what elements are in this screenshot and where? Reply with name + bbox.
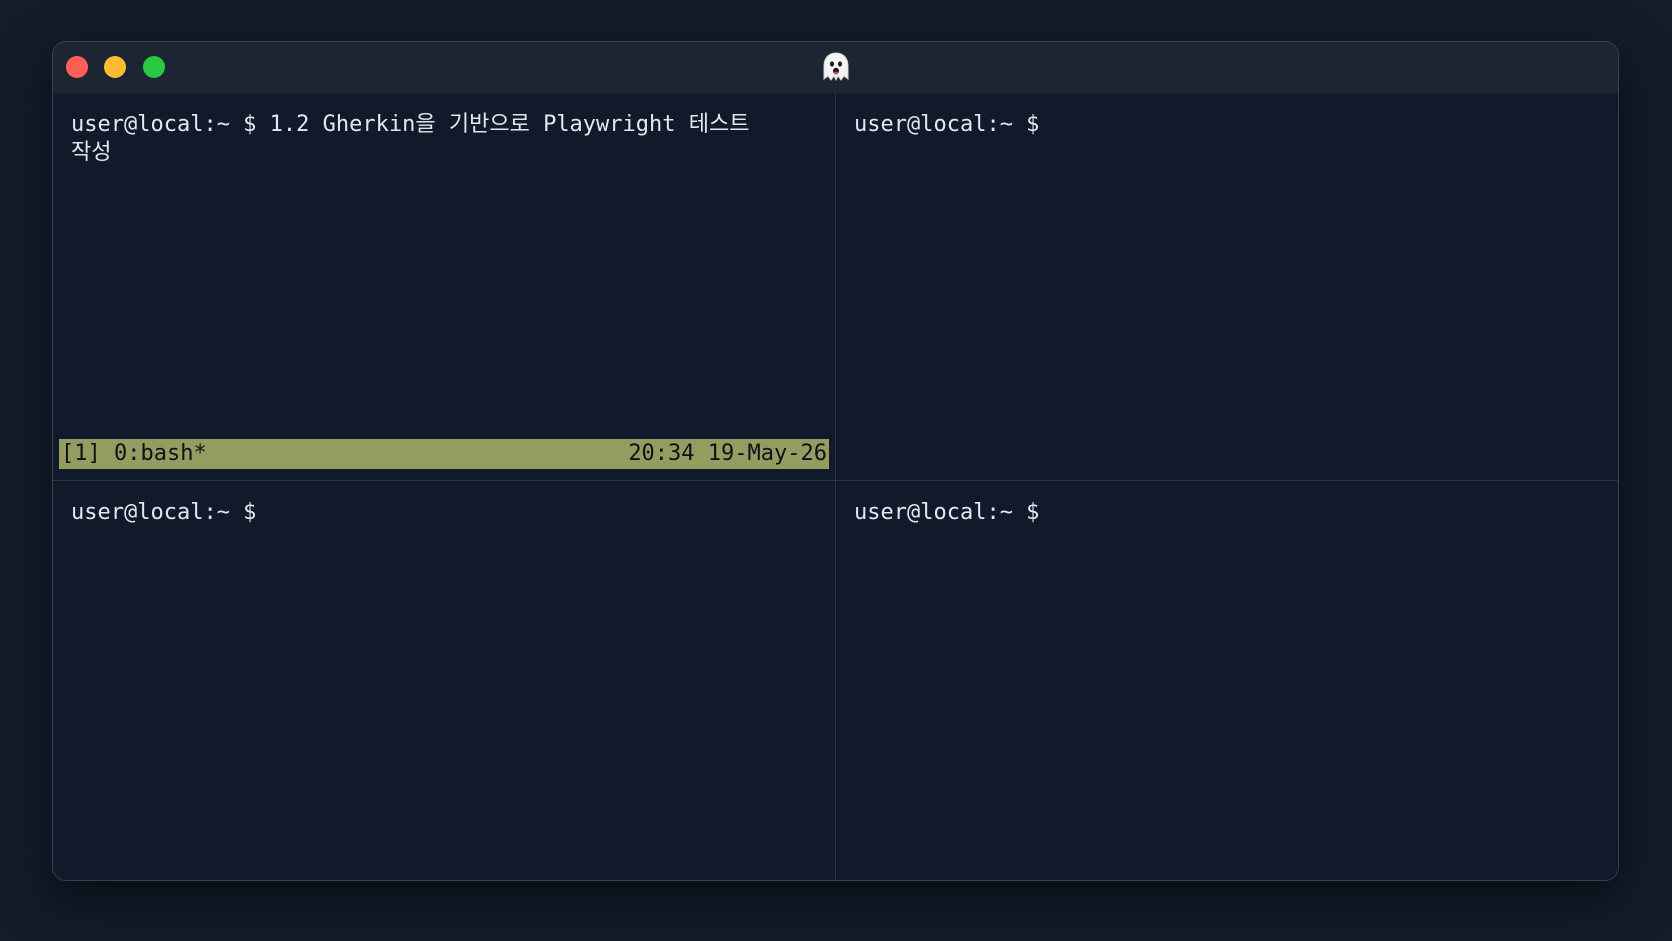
shell-prompt: user@local:~ $ [854,112,1040,137]
minimize-button[interactable] [104,56,126,78]
pane-divider-horizontal[interactable] [53,480,1618,481]
shell-prompt: user@local:~ $ [71,112,257,137]
title-bar[interactable] [53,42,1618,94]
status-window-list[interactable]: [1] 0:bash* [61,439,207,469]
pane-top-right[interactable]: user@local:~ $ [836,93,1618,480]
tmux-status-bar: [1] 0:bash* 20:34 19-May-26 [59,439,829,469]
pane-bottom-right[interactable]: user@local:~ $ [836,481,1618,880]
zoom-button[interactable] [143,56,165,78]
pane-bottom-left[interactable]: user@local:~ $ [53,481,835,880]
status-clock: 20:34 19-May-26 [628,441,827,466]
pane-divider-vertical[interactable] [835,93,836,880]
pane-top-left[interactable]: user@local:~ $ 1.2 Gherkin을 기반으로 Playwri… [53,93,835,480]
close-button[interactable] [66,56,88,78]
tmux-panes: user@local:~ $ 1.2 Gherkin을 기반으로 Playwri… [53,93,1618,880]
ghost-icon [823,52,848,82]
shell-prompt: user@local:~ $ [71,500,257,525]
terminal-window: user@local:~ $ 1.2 Gherkin을 기반으로 Playwri… [52,41,1619,881]
shell-prompt: user@local:~ $ [854,500,1040,525]
pane-top-left-line: user@local:~ $ 1.2 Gherkin을 기반으로 Playwri… [71,111,771,167]
